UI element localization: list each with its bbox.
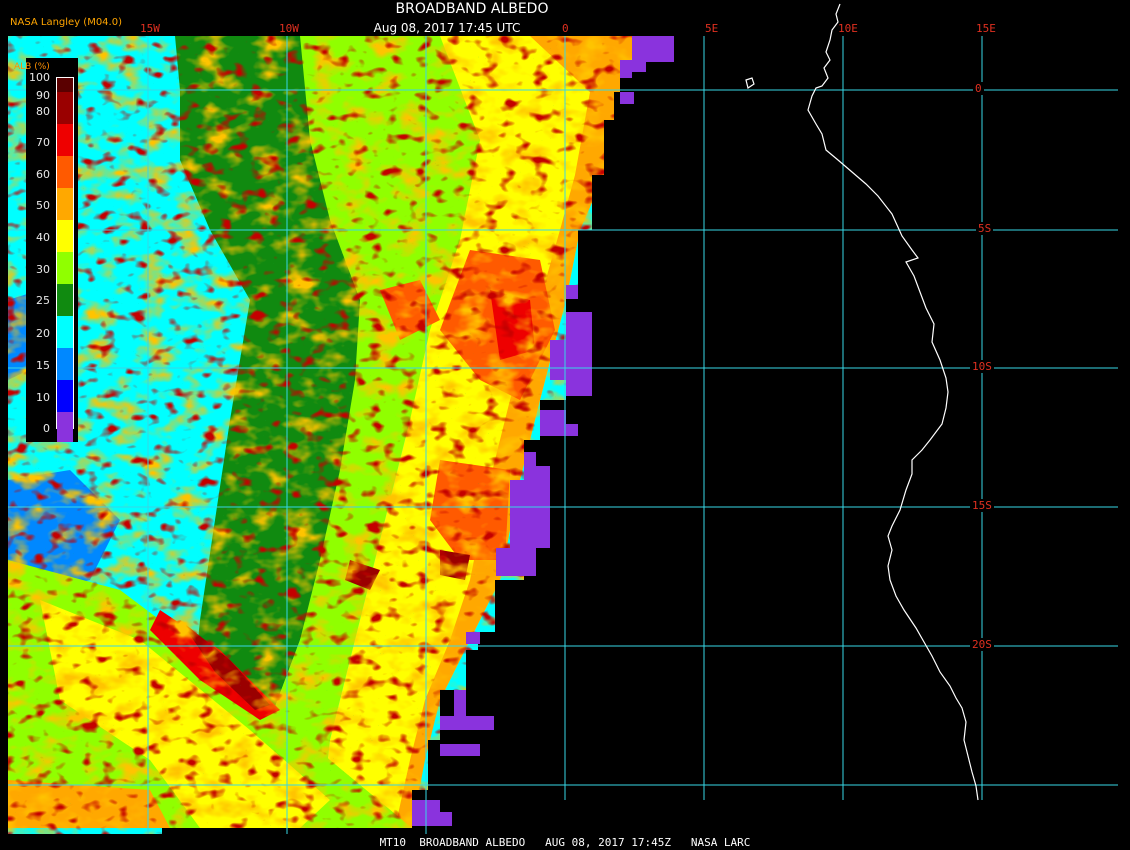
lon-label-10w: 10W — [279, 22, 299, 35]
legend-label-25: 25 — [36, 294, 50, 307]
legend-label-100: 100 — [29, 71, 50, 84]
lon-label-5e: 5E — [705, 22, 719, 35]
legend-label-15: 15 — [36, 359, 50, 372]
legend-label-50: 50 — [36, 199, 50, 212]
lat-label-0: 0 — [973, 82, 984, 95]
legend-swatch-20 — [57, 348, 73, 380]
legend-label-0: 0 — [43, 422, 50, 435]
lon-label-15e: 15E — [976, 22, 996, 35]
legend-label-70: 70 — [36, 136, 50, 149]
legend-label-40: 40 — [36, 231, 50, 244]
legend-label-20: 20 — [36, 327, 50, 340]
lat-label-5s: 5S — [976, 222, 994, 235]
legend-label-60: 60 — [36, 168, 50, 181]
albedo-map — [0, 0, 1130, 850]
legend-label-30: 30 — [36, 263, 50, 276]
legend-swatch-50 — [57, 220, 73, 252]
legend-swatch-15 — [57, 380, 73, 412]
legend-colorbar — [56, 77, 74, 442]
legend-swatch-100 — [57, 78, 73, 92]
lon-label-0: 0 — [562, 22, 569, 35]
footer-caption: MT10 BROADBAND ALBEDO AUG 08, 2017 17:45… — [379, 836, 751, 849]
legend-swatch-25 — [57, 316, 73, 348]
map-title: BROADBAND ALBEDO — [395, 1, 549, 17]
lat-label-15s: 15S — [970, 499, 994, 512]
legend-swatch-60 — [57, 188, 73, 220]
lat-label-10s: 10S — [970, 360, 994, 373]
map-subtitle: Aug 08, 2017 17:45 UTC — [373, 21, 521, 35]
legend-swatch-70 — [57, 156, 73, 188]
provider-label: NASA Langley (M04.0) — [10, 17, 122, 28]
legend-label-80: 80 — [36, 105, 50, 118]
lon-label-10e: 10E — [838, 22, 858, 35]
lat-label-20s: 20S — [970, 638, 994, 651]
legend-swatch-30 — [57, 284, 73, 316]
legend-swatch-40 — [57, 252, 73, 284]
legend-label-10: 10 — [36, 391, 50, 404]
legend-swatch-80 — [57, 124, 73, 156]
lon-label-15w: 15W — [140, 22, 160, 35]
legend-label-90: 90 — [36, 89, 50, 102]
legend-swatch-10 — [57, 412, 73, 442]
legend-swatch-90 — [57, 92, 73, 124]
